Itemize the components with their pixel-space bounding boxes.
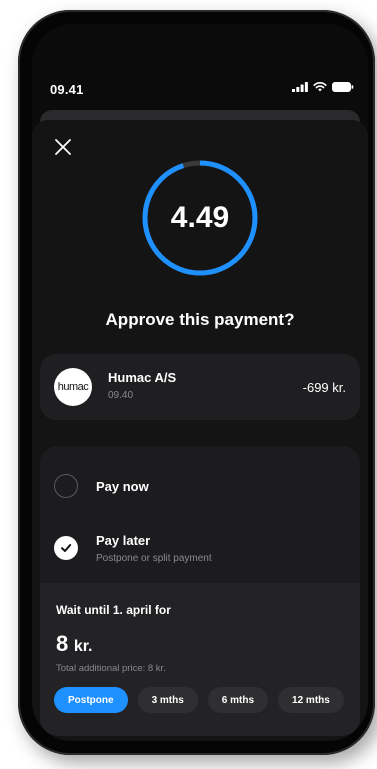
merchant-amount: -699 kr.: [302, 380, 346, 395]
total-additional-price: Total additional price: 8 kr.: [56, 663, 166, 674]
battery-icon: [332, 82, 354, 92]
merchant-name: Humac A/S: [108, 370, 177, 385]
wait-amount-unit: kr.: [73, 638, 93, 655]
option-pay-now[interactable]: Pay now: [40, 446, 360, 514]
option-pay-later-label: Pay later: [96, 533, 151, 548]
chip-12-months[interactable]: 12 mths: [278, 687, 344, 713]
status-time: 09.41: [50, 82, 84, 97]
wait-section: Wait until 1. april for 8 kr. Total addi…: [40, 583, 360, 736]
phone-frame: 09.41 4.49 Approve this payment? humac H…: [18, 10, 375, 755]
phone-screen: 09.41 4.49 Approve this payment? humac H…: [32, 24, 368, 741]
option-pay-later[interactable]: Pay later Postpone or split payment: [40, 514, 360, 583]
merchant-card: humac Humac A/S 09.40 -699 kr.: [40, 354, 360, 420]
wifi-icon: [313, 82, 327, 92]
merchant-logo: humac: [54, 368, 92, 406]
chip-postpone[interactable]: Postpone: [54, 687, 128, 713]
status-icons: [292, 82, 354, 92]
wait-amount-value: 8: [56, 631, 69, 656]
close-icon[interactable]: [52, 136, 74, 158]
page-title: Approve this payment?: [105, 310, 295, 329]
checkmark-icon: [61, 544, 72, 552]
payment-approval-sheet: 4.49 Approve this payment? humac Humac A…: [32, 120, 368, 741]
duration-chips: Postpone 3 mths 6 mths 12 mths: [54, 687, 344, 713]
chip-3-months[interactable]: 3 mths: [137, 687, 198, 713]
radio-unchecked-icon[interactable]: [54, 474, 78, 498]
payment-options-card: Pay now Pay later Postpone or split paym…: [40, 446, 360, 736]
merchant-time: 09.40: [108, 390, 134, 401]
wait-title: Wait until 1. april for: [56, 603, 171, 617]
option-pay-later-sublabel: Postpone or split payment: [96, 553, 212, 564]
countdown-timer: 4.49: [142, 160, 258, 276]
radio-checked-icon[interactable]: [54, 536, 78, 560]
cellular-signal-icon: [292, 82, 308, 92]
status-bar: 09.41: [32, 24, 368, 104]
option-pay-now-label: Pay now: [96, 479, 149, 494]
countdown-value: 4.49: [170, 201, 230, 234]
chip-6-months[interactable]: 6 mths: [207, 687, 269, 713]
wait-amount: 8 kr.: [56, 631, 93, 657]
